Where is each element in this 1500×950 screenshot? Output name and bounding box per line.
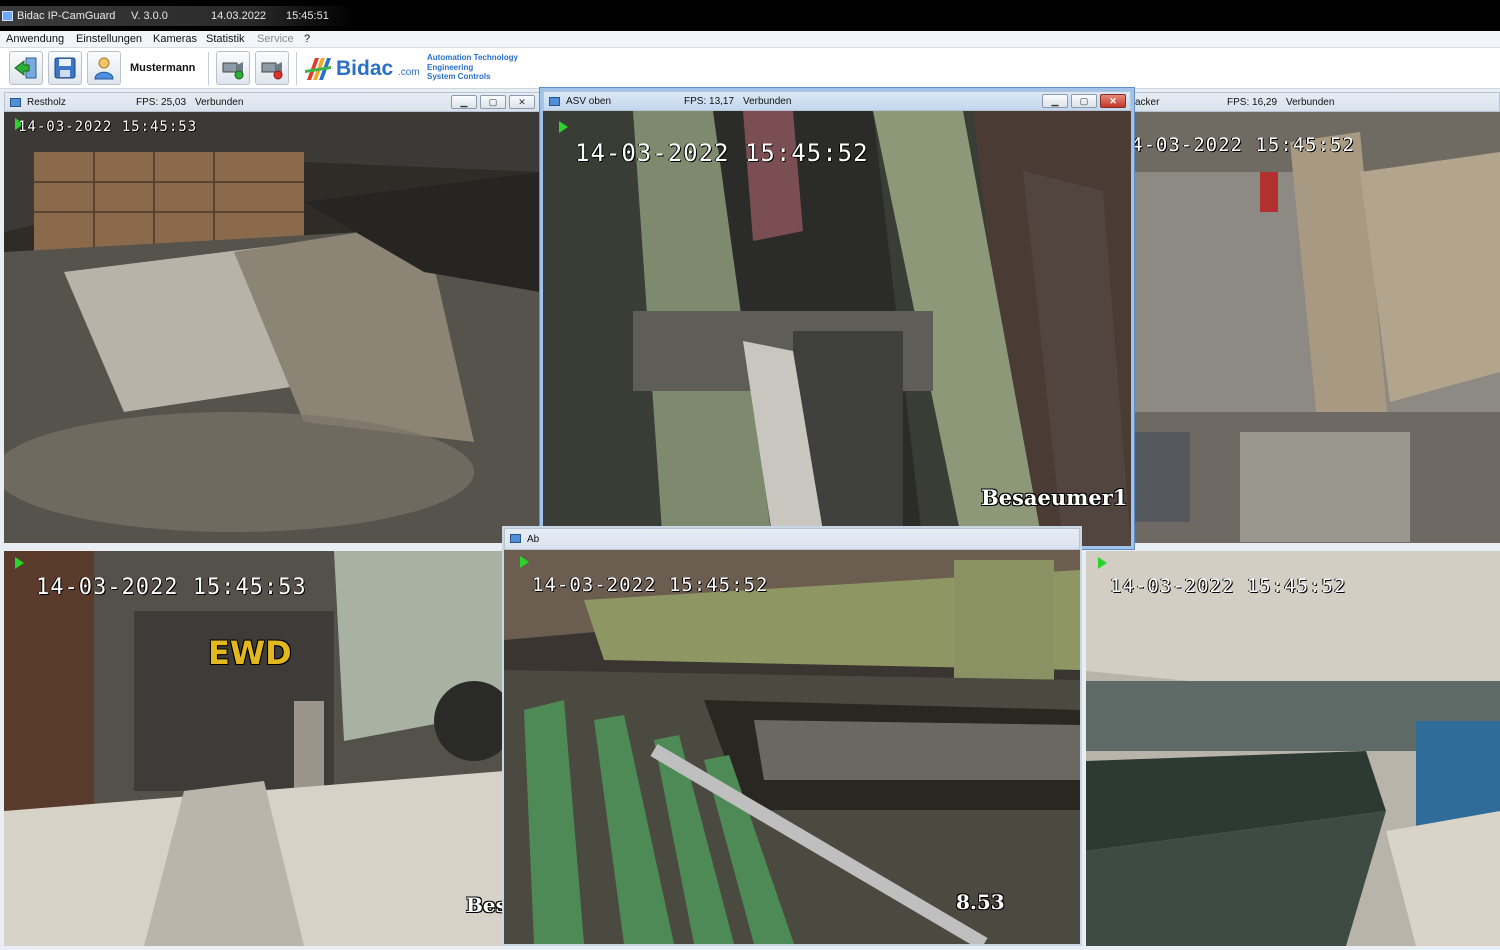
exit-button[interactable]: [9, 51, 43, 85]
camera-timestamp: 14-03-2022 15:45:52: [532, 574, 769, 596]
camera-window-icon: [510, 534, 521, 543]
camera-panel-restholz[interactable]: Restholz FPS: 25,03 Verbunden ▁ ▢ ✕ 14-0…: [4, 92, 540, 543]
camera-image: [4, 551, 504, 946]
maximize-button[interactable]: ▢: [1071, 94, 1097, 108]
camera-fps: FPS: 16,29: [1227, 97, 1278, 108]
window-controls: ▁ ▢ ✕: [451, 95, 535, 109]
remove-camera-button[interactable]: [255, 51, 289, 85]
menu-kameras[interactable]: Kameras: [153, 33, 197, 45]
camera-window-icon: [10, 98, 21, 107]
camera-fps: FPS: 13,17: [684, 96, 735, 107]
play-indicator-icon: [15, 557, 24, 569]
camera-feed[interactable]: 14-03-2022 15:45:52: [1086, 551, 1500, 946]
minimize-button[interactable]: ▁: [451, 95, 477, 109]
camera-feed[interactable]: 4-03-2022 15:45:52: [1130, 112, 1500, 543]
close-button[interactable]: ✕: [1100, 94, 1126, 108]
play-indicator-icon: [520, 556, 529, 568]
logo-tagline-2: Engineering: [427, 62, 474, 72]
camera-overlay-label: Besaeumer1: [981, 485, 1128, 510]
user-button[interactable]: [87, 51, 121, 85]
logo-tagline-3: System Controls: [427, 72, 491, 81]
user-icon: [94, 57, 114, 80]
menu-einstellungen[interactable]: Einstellungen: [76, 33, 142, 45]
camera-fps: FPS: 25,03: [136, 97, 187, 108]
camera-header: acker FPS: 16,29 Verbunden: [1130, 92, 1500, 112]
camera-status: Verbunden: [195, 97, 244, 108]
exit-icon: [14, 57, 37, 79]
logo-tagline-1: Automation Technology: [427, 53, 518, 62]
camera-image: [1130, 112, 1500, 543]
toolbar-separator: [296, 52, 297, 85]
play-indicator-icon: [1098, 557, 1107, 569]
play-indicator-icon: [559, 121, 568, 133]
menu-service[interactable]: Service: [257, 33, 294, 45]
toolbar: Mustermann: [0, 48, 1500, 89]
camera-panel-bottom-middle[interactable]: Ab 14-03-2022 15:45:52 8.53: [502, 526, 1082, 946]
camera-image: [504, 550, 1080, 944]
menu-anwendung[interactable]: Anwendung: [6, 33, 64, 45]
menu-statistik[interactable]: Statistik: [206, 33, 245, 45]
camera-feed[interactable]: 14-03-2022 15:45:53 EWD Bes: [4, 551, 504, 946]
save-button[interactable]: [48, 51, 82, 85]
camera-header: ASV oben FPS: 13,17 Verbunden ▁ ▢ ✕: [543, 91, 1131, 111]
camera-overlay-label: 8.53: [956, 890, 1005, 914]
camera-panel-bottom-right[interactable]: 14-03-2022 15:45:52: [1086, 551, 1500, 946]
camera-header: Restholz FPS: 25,03 Verbunden ▁ ▢ ✕: [4, 92, 540, 112]
camera-panel-bottom-left[interactable]: 14-03-2022 15:45:53 EWD Bes: [4, 551, 504, 946]
current-user: Mustermann: [130, 62, 196, 74]
camera-add-icon: [222, 62, 244, 80]
camera-name: Ab: [527, 534, 540, 545]
camera-window-icon: [549, 97, 560, 106]
logo-tagline: Automation Technology Engineering System…: [427, 53, 518, 82]
menu-bar: Anwendung Einstellungen Kameras Statisti…: [0, 31, 1500, 48]
maximize-button[interactable]: ▢: [480, 95, 506, 109]
camera-timestamp: 14-03-2022 15:45:52: [575, 139, 869, 167]
bidac-logo: Bidac .com Automation Technology Enginee…: [303, 52, 539, 86]
camera-timestamp: 14-03-2022 15:45:53: [36, 575, 307, 600]
camera-feed[interactable]: 14-03-2022 15:45:52 Besaeumer1: [543, 111, 1131, 546]
title-bar: Bidac IP-CamGuard V. 3.0.0 14.03.2022 15…: [0, 0, 1500, 31]
app-icon: [2, 11, 13, 21]
title-time: 15:45:51: [286, 10, 329, 22]
logo-domain: .com: [398, 67, 420, 78]
camera-panel-hacker[interactable]: acker FPS: 16,29 Verbunden 4-03-2022 15:…: [1130, 92, 1500, 543]
camera-name: ASV oben: [566, 96, 612, 107]
camera-feed[interactable]: 14-03-2022 15:45:53: [4, 112, 540, 543]
close-button[interactable]: ✕: [509, 95, 535, 109]
camera-panel-asv-oben[interactable]: ASV oben FPS: 13,17 Verbunden ▁ ▢ ✕ 14-0…: [540, 88, 1134, 549]
camera-status: Verbunden: [743, 96, 792, 107]
camera-timestamp: 4-03-2022 15:45:52: [1131, 134, 1355, 156]
title-date: 14.03.2022: [211, 10, 267, 22]
camera-image: [4, 112, 540, 543]
camera-overlay-label: Bes: [466, 893, 504, 917]
camera-timestamp: 14-03-2022 15:45:53: [18, 119, 198, 135]
add-camera-button[interactable]: [216, 51, 250, 85]
camera-remove-icon: [261, 62, 283, 80]
toolbar-separator: [208, 52, 209, 85]
camera-image: [1086, 551, 1500, 946]
camera-header: Ab: [504, 528, 1080, 550]
app-title: Bidac IP-CamGuard: [17, 10, 116, 22]
camera-name: acker: [1135, 97, 1160, 108]
save-icon: [54, 57, 76, 79]
minimize-button[interactable]: ▁: [1042, 94, 1068, 108]
bidac-logo-mark: [305, 58, 331, 80]
camera-name: Restholz: [27, 97, 66, 108]
ewd-sign: EWD: [208, 634, 292, 672]
camera-image: [543, 111, 1131, 546]
camera-status: Verbunden: [1286, 97, 1335, 108]
menu-help[interactable]: ?: [304, 33, 310, 45]
camera-timestamp: 14-03-2022 15:45:52: [1110, 575, 1347, 597]
logo-text: Bidac: [336, 57, 394, 80]
window-controls: ▁ ▢ ✕: [1042, 94, 1126, 108]
app-version: V. 3.0.0: [131, 10, 168, 22]
camera-feed[interactable]: 14-03-2022 15:45:52 8.53: [504, 550, 1080, 944]
